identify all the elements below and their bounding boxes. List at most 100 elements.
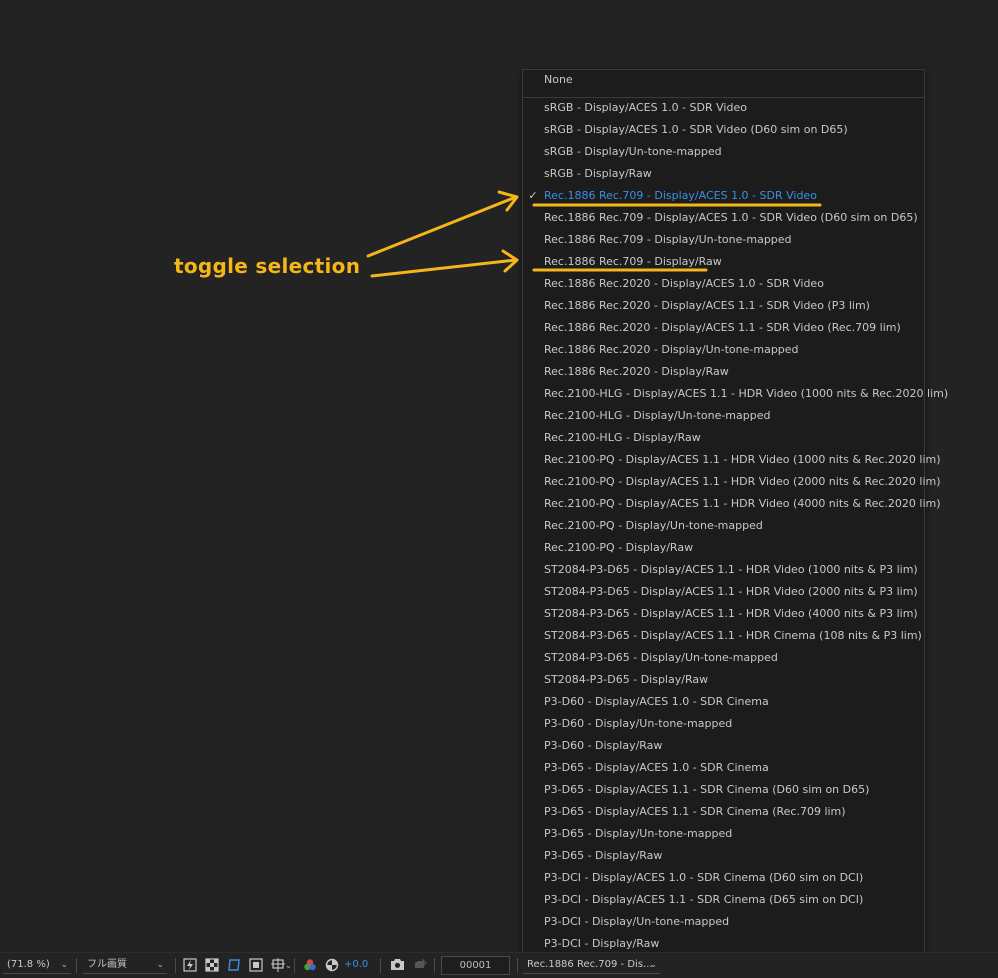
guides-grid-icon[interactable] bbox=[270, 957, 285, 972]
menu-item-label: P3-DCI - Display/ACES 1.0 - SDR Cinema (… bbox=[544, 871, 864, 884]
region-of-interest-icon[interactable] bbox=[248, 957, 263, 972]
menu-item[interactable]: P3-D65 - Display/Un-tone-mapped bbox=[523, 824, 924, 844]
menu-item-label: P3-D60 - Display/ACES 1.0 - SDR Cinema bbox=[544, 695, 769, 708]
menu-item[interactable]: Rec.1886 Rec.2020 - Display/ACES 1.0 - S… bbox=[523, 274, 924, 294]
annotation-label: toggle selection bbox=[174, 254, 361, 278]
magnification-dropdown[interactable]: (71.8 %) ⌄ bbox=[3, 956, 71, 974]
menu-item-label: P3-D60 - Display/Raw bbox=[544, 739, 663, 752]
menu-item[interactable]: Rec.1886 Rec.2020 - Display/Un-tone-mapp… bbox=[523, 340, 924, 360]
display-transform-menu: None sRGB - Display/ACES 1.0 - SDR Video… bbox=[522, 69, 948, 954]
menu-item[interactable]: Rec.1886 Rec.709 - Display/Raw bbox=[523, 252, 924, 272]
menu-item[interactable]: Rec.2100-PQ - Display/Un-tone-mapped bbox=[523, 516, 924, 536]
snapshot-camera-icon[interactable] bbox=[390, 957, 405, 972]
menu-item[interactable]: P3-D60 - Display/ACES 1.0 - SDR Cinema bbox=[523, 692, 924, 712]
menu-item-label: Rec.1886 Rec.709 - Display/Un-tone-mappe… bbox=[544, 233, 792, 246]
menu-item[interactable]: ST2084-P3-D65 - Display/ACES 1.1 - HDR C… bbox=[523, 626, 924, 646]
menu-item-label: sRGB - Display/ACES 1.0 - SDR Video bbox=[544, 101, 747, 114]
menu-item[interactable]: P3-DCI - Display/ACES 1.1 - SDR Cinema (… bbox=[523, 890, 924, 910]
menu-item[interactable]: P3-DCI - Display/Raw bbox=[523, 934, 924, 954]
menu-item[interactable]: ST2084-P3-D65 - Display/ACES 1.1 - HDR V… bbox=[523, 582, 924, 602]
menu-item[interactable]: ✓ Rec.1886 Rec.709 - Display/ACES 1.0 - S… bbox=[523, 186, 924, 206]
menu-item-label: P3-D60 - Display/Un-tone-mapped bbox=[544, 717, 733, 730]
menu-item[interactable]: Rec.2100-PQ - Display/ACES 1.1 - HDR Vid… bbox=[523, 472, 941, 492]
menu-item[interactable]: sRGB - Display/Raw bbox=[523, 164, 924, 184]
menu-item[interactable]: sRGB - Display/Un-tone-mapped bbox=[523, 142, 924, 162]
chevron-down-icon: ⌄ bbox=[60, 960, 68, 970]
menu-item[interactable]: P3-D65 - Display/ACES 1.1 - SDR Cinema (… bbox=[523, 780, 924, 800]
menu-item[interactable]: ST2084-P3-D65 - Display/Un-tone-mapped bbox=[523, 648, 924, 668]
menu-item[interactable]: P3-D65 - Display/ACES 1.1 - SDR Cinema (… bbox=[523, 802, 924, 822]
menu-item-label: P3-DCI - Display/Raw bbox=[544, 937, 660, 950]
chevron-down-icon: ⌄ bbox=[156, 960, 164, 970]
fast-preview-icon[interactable] bbox=[182, 957, 197, 972]
menu-item-label: P3-D65 - Display/Raw bbox=[544, 849, 663, 862]
reset-exposure-icon[interactable] bbox=[324, 957, 339, 972]
menu-item[interactable]: ST2084-P3-D65 - Display/ACES 1.1 - HDR V… bbox=[523, 560, 924, 580]
menu-item-label: Rec.1886 Rec.2020 - Display/ACES 1.0 - S… bbox=[544, 277, 824, 290]
toolbar-divider bbox=[294, 958, 295, 973]
menu-item[interactable]: P3-DCI - Display/ACES 1.0 - SDR Cinema (… bbox=[523, 868, 924, 888]
menu-item-label: ST2084-P3-D65 - Display/ACES 1.1 - HDR V… bbox=[544, 585, 918, 598]
menu-item-label: Rec.2100-PQ - Display/ACES 1.1 - HDR Vid… bbox=[544, 453, 941, 466]
menu-item-label: Rec.2100-PQ - Display/Un-tone-mapped bbox=[544, 519, 763, 532]
resolution-value: フル画質 bbox=[87, 959, 127, 970]
menu-item[interactable]: Rec.1886 Rec.2020 - Display/ACES 1.1 - S… bbox=[523, 296, 924, 316]
menu-item-label: P3-D65 - Display/ACES 1.1 - SDR Cinema (… bbox=[544, 805, 846, 818]
menu-item[interactable]: P3-D65 - Display/ACES 1.0 - SDR Cinema bbox=[523, 758, 924, 778]
toolbar-divider bbox=[434, 958, 435, 973]
menu-item[interactable]: Rec.2100-HLG - Display/Un-tone-mapped bbox=[523, 406, 924, 426]
menu-item[interactable]: Rec.2100-PQ - Display/ACES 1.1 - HDR Vid… bbox=[523, 494, 941, 514]
menu-item[interactable]: sRGB - Display/ACES 1.0 - SDR Video bbox=[523, 98, 924, 118]
toolbar-divider bbox=[175, 958, 176, 973]
menu-item-label: Rec.2100-HLG - Display/Un-tone-mapped bbox=[544, 409, 771, 422]
menu-item-label: sRGB - Display/Raw bbox=[544, 167, 652, 180]
menu-item[interactable]: sRGB - Display/ACES 1.0 - SDR Video (D60… bbox=[523, 120, 924, 140]
menu-item[interactable]: Rec.2100-HLG - Display/ACES 1.1 - HDR Vi… bbox=[523, 384, 948, 404]
menu-item-label: ST2084-P3-D65 - Display/ACES 1.1 - HDR C… bbox=[544, 629, 922, 642]
mask-outline-icon[interactable] bbox=[226, 957, 241, 972]
menu-item[interactable]: Rec.2100-PQ - Display/ACES 1.1 - HDR Vid… bbox=[523, 450, 941, 470]
toolbar-divider bbox=[380, 958, 381, 973]
menu-item[interactable]: ST2084-P3-D65 - Display/Raw bbox=[523, 670, 924, 690]
menu-item-label: Rec.2100-PQ - Display/ACES 1.1 - HDR Vid… bbox=[544, 475, 941, 488]
menu-item[interactable]: P3-D60 - Display/Raw bbox=[523, 736, 924, 756]
menu-item-label: Rec.1886 Rec.2020 - Display/ACES 1.1 - S… bbox=[544, 299, 870, 312]
menu-item[interactable]: P3-D65 - Display/Raw bbox=[523, 846, 924, 866]
menu-item[interactable]: Rec.2100-PQ - Display/Raw bbox=[523, 538, 924, 558]
exposure-value[interactable]: +0.0 bbox=[344, 956, 368, 974]
menu-item[interactable]: Rec.2100-HLG - Display/Raw bbox=[523, 428, 924, 448]
current-time-display[interactable]: 00001 bbox=[441, 956, 510, 975]
menu-item-label: P3-D65 - Display/Un-tone-mapped bbox=[544, 827, 733, 840]
menu-item[interactable]: P3-D60 - Display/Un-tone-mapped bbox=[523, 714, 924, 734]
menu-item[interactable]: Rec.1886 Rec.2020 - Display/Raw bbox=[523, 362, 924, 382]
menu-item-label: Rec.2100-HLG - Display/ACES 1.1 - HDR Vi… bbox=[544, 387, 949, 400]
color-channels-icon[interactable] bbox=[302, 957, 317, 972]
menu-item[interactable]: Rec.1886 Rec.709 - Display/Un-tone-mappe… bbox=[523, 230, 924, 250]
viewer-toolbar: (71.8 %) ⌄ フル画質 ⌄ ⌄ +0.0 00001 Rec.1886 … bbox=[0, 952, 998, 978]
show-snapshot-icon[interactable] bbox=[412, 957, 427, 972]
menu-item-label: Rec.2100-PQ - Display/ACES 1.1 - HDR Vid… bbox=[544, 497, 941, 510]
menu-item[interactable]: Rec.1886 Rec.709 - Display/ACES 1.0 - SD… bbox=[523, 208, 924, 228]
menu-item-label: Rec.2100-HLG - Display/Raw bbox=[544, 431, 701, 444]
menu-item-label: Rec.1886 Rec.2020 - Display/ACES 1.1 - S… bbox=[544, 321, 901, 334]
toolbar-divider bbox=[76, 958, 77, 973]
display-transform-dropdown[interactable]: Rec.1886 Rec.709 - Dis... ⌄ bbox=[523, 956, 660, 974]
menu-item-label: sRGB - Display/ACES 1.0 - SDR Video (D60… bbox=[544, 123, 848, 136]
menu-item-label: ST2084-P3-D65 - Display/ACES 1.1 - HDR V… bbox=[544, 607, 918, 620]
menu-item[interactable]: P3-DCI - Display/Un-tone-mapped bbox=[523, 912, 924, 932]
menu-item-none[interactable]: None bbox=[523, 70, 924, 90]
menu-item-label: P3-D65 - Display/ACES 1.1 - SDR Cinema (… bbox=[544, 783, 870, 796]
transparency-grid-icon[interactable] bbox=[204, 957, 219, 972]
chevron-down-icon: ⌄ bbox=[649, 960, 657, 970]
menu-item-label: sRGB - Display/Un-tone-mapped bbox=[544, 145, 722, 158]
resolution-dropdown[interactable]: フル画質 ⌄ bbox=[83, 956, 167, 974]
magnification-value: (71.8 %) bbox=[7, 959, 50, 970]
menu-item[interactable]: ST2084-P3-D65 - Display/ACES 1.1 - HDR V… bbox=[523, 604, 924, 624]
toolbar-divider bbox=[517, 958, 518, 973]
menu-item-label: Rec.1886 Rec.709 - Display/ACES 1.0 - SD… bbox=[544, 189, 817, 202]
menu-item-label: Rec.2100-PQ - Display/Raw bbox=[544, 541, 694, 554]
menu-item[interactable]: Rec.1886 Rec.2020 - Display/ACES 1.1 - S… bbox=[523, 318, 924, 338]
menu-item-label: ST2084-P3-D65 - Display/Raw bbox=[544, 673, 709, 686]
menu-item-label: Rec.1886 Rec.709 - Display/ACES 1.0 - SD… bbox=[544, 211, 918, 224]
menu-item-label: ST2084-P3-D65 - Display/ACES 1.1 - HDR V… bbox=[544, 563, 918, 576]
